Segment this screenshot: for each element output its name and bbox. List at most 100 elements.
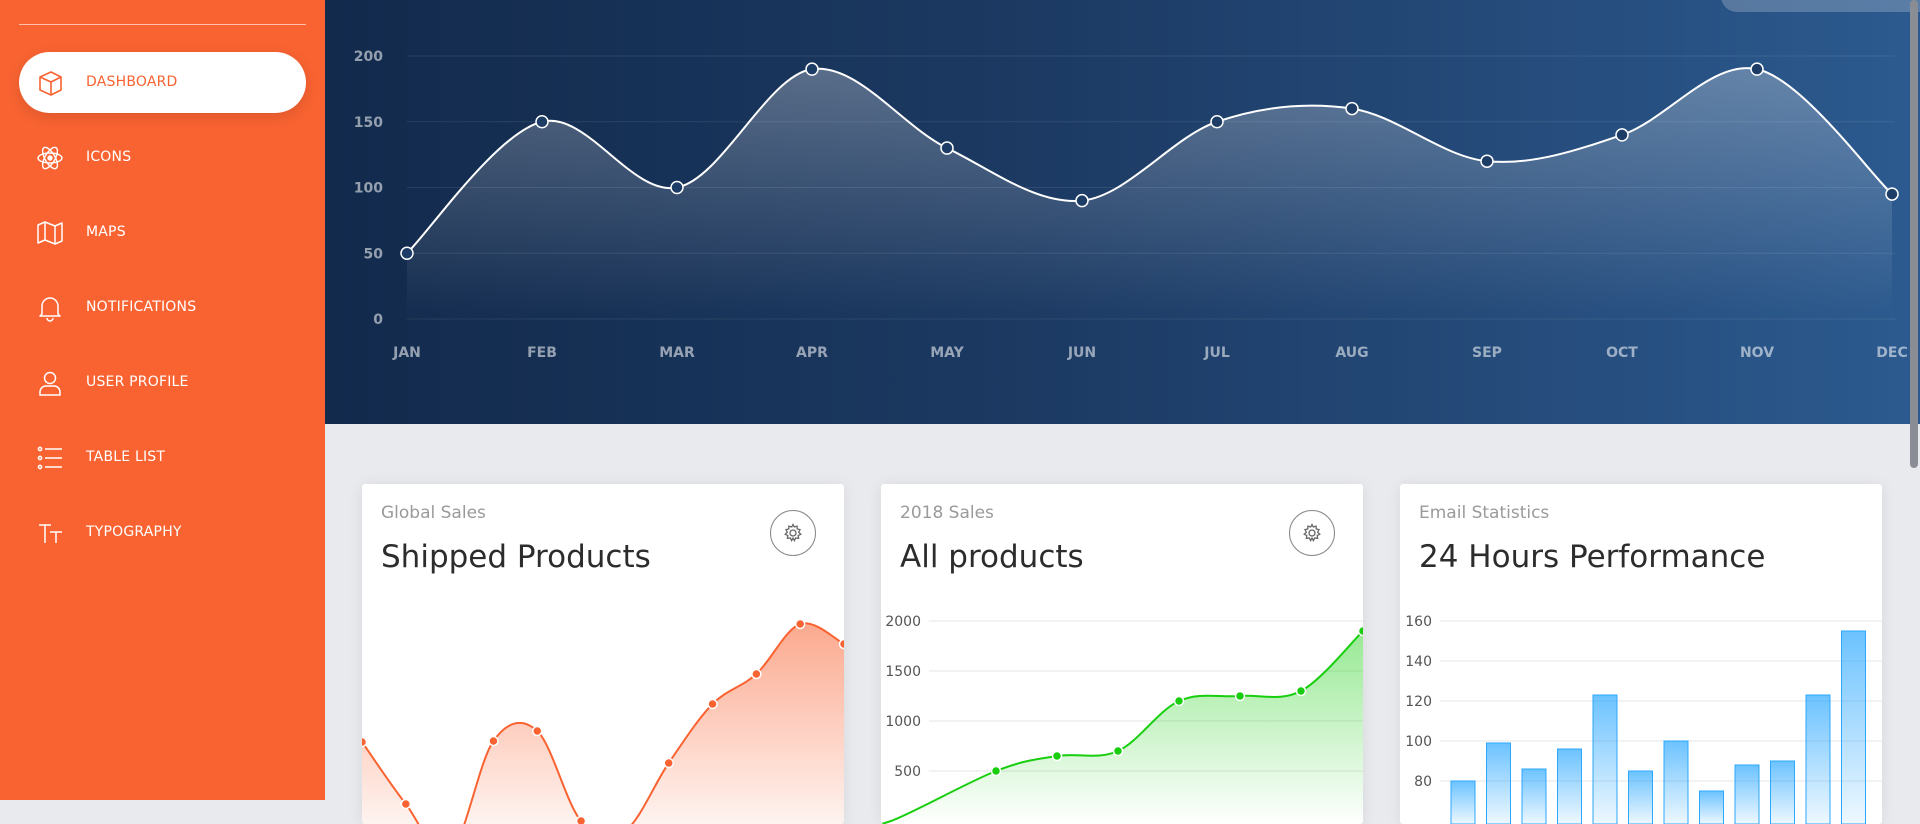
- data-point[interactable]: [671, 182, 683, 194]
- y-tick-label: 120: [1405, 694, 1432, 710]
- bar[interactable]: [1593, 695, 1617, 824]
- sidebar-item-label: TABLE LIST: [86, 427, 165, 488]
- sidebar: DASHBOARD ICONS MAPS NOTIFICATIONS USER …: [0, 0, 325, 800]
- sidebar-item-table-list[interactable]: TABLE LIST: [19, 427, 306, 488]
- card-24-hours-performance: Email Statistics 24 Hours Performance 80…: [1400, 484, 1882, 824]
- gear-icon: [1302, 523, 1322, 543]
- data-point[interactable]: [1346, 103, 1358, 115]
- bar[interactable]: [1487, 743, 1511, 824]
- data-point[interactable]: [1053, 752, 1062, 761]
- scrollbar-thumb[interactable]: [1910, 0, 1918, 468]
- sidebar-item-dashboard[interactable]: DASHBOARD: [19, 52, 306, 113]
- bar[interactable]: [1771, 761, 1795, 824]
- sidebar-item-icons[interactable]: ICONS: [19, 127, 306, 188]
- sidebar-item-typography[interactable]: TYPOGRAPHY: [19, 502, 306, 563]
- data-point[interactable]: [536, 116, 548, 128]
- y-tick-label: 2000: [885, 614, 921, 630]
- data-point[interactable]: [1211, 116, 1223, 128]
- data-point[interactable]: [1359, 627, 1364, 636]
- data-point[interactable]: [796, 620, 805, 629]
- y-tick-label: 150: [354, 115, 383, 131]
- card-category: Global Sales: [381, 503, 486, 523]
- data-point[interactable]: [533, 727, 542, 736]
- data-point[interactable]: [362, 738, 367, 747]
- data-point[interactable]: [840, 640, 845, 649]
- card-category: Email Statistics: [1419, 503, 1549, 523]
- y-tick-label: 200: [354, 49, 383, 65]
- sidebar-item-user-profile[interactable]: USER PROFILE: [19, 352, 306, 413]
- x-tick-label: JAN: [392, 345, 421, 361]
- x-tick-label: MAR: [659, 345, 695, 361]
- y-tick-label: 100: [1405, 734, 1432, 750]
- bar[interactable]: [1700, 791, 1724, 824]
- data-point[interactable]: [401, 247, 413, 259]
- y-tick-label: 1000: [885, 714, 921, 730]
- bar[interactable]: [1558, 749, 1582, 824]
- data-point[interactable]: [577, 817, 586, 824]
- series-area: [407, 68, 1892, 319]
- card-title: All products: [900, 539, 1084, 575]
- bar[interactable]: [1806, 695, 1830, 824]
- x-tick-label: APR: [796, 345, 828, 361]
- data-point[interactable]: [489, 737, 498, 746]
- data-point[interactable]: [1076, 195, 1088, 207]
- card-title: Shipped Products: [381, 539, 651, 575]
- x-tick-label: DEC: [1876, 345, 1907, 361]
- bar[interactable]: [1451, 781, 1475, 824]
- data-point[interactable]: [1297, 687, 1306, 696]
- data-point[interactable]: [708, 700, 717, 709]
- data-point[interactable]: [752, 670, 761, 679]
- data-point[interactable]: [806, 63, 818, 75]
- sidebar-item-label: TYPOGRAPHY: [86, 502, 182, 563]
- x-tick-label: FEB: [527, 345, 557, 361]
- y-tick-label: 50: [364, 246, 384, 262]
- hero-chart-panel: 050100150200JANFEBMARAPRMAYJUNJULAUGSEPO…: [325, 0, 1920, 424]
- box-icon: [36, 69, 64, 97]
- typography-icon: [36, 519, 64, 547]
- bell-icon: [36, 294, 64, 322]
- bar[interactable]: [1735, 765, 1759, 824]
- card-shipped-products: Global Sales Shipped Products: [362, 484, 844, 824]
- x-tick-label: OCT: [1606, 345, 1638, 361]
- x-tick-label: JUN: [1067, 345, 1096, 361]
- data-point[interactable]: [1751, 63, 1763, 75]
- data-point[interactable]: [941, 142, 953, 154]
- y-tick-label: 100: [354, 181, 383, 197]
- sidebar-item-label: DASHBOARD: [86, 52, 178, 113]
- bar[interactable]: [1629, 771, 1653, 824]
- x-tick-label: JUL: [1203, 345, 1230, 361]
- bar[interactable]: [1842, 631, 1866, 824]
- map-icon: [36, 219, 64, 247]
- data-point[interactable]: [1175, 697, 1184, 706]
- sidebar-item-notifications[interactable]: NOTIFICATIONS: [19, 277, 306, 338]
- data-point[interactable]: [401, 800, 410, 809]
- x-tick-label: SEP: [1472, 345, 1502, 361]
- bar[interactable]: [1522, 769, 1546, 824]
- settings-button[interactable]: [1289, 510, 1335, 556]
- bar[interactable]: [1664, 741, 1688, 824]
- data-point[interactable]: [1114, 747, 1123, 756]
- header-search-pill[interactable]: [1721, 0, 1920, 12]
- x-tick-label: NOV: [1740, 345, 1774, 361]
- data-point[interactable]: [1236, 692, 1245, 701]
- sidebar-item-maps[interactable]: MAPS: [19, 202, 306, 263]
- data-point[interactable]: [1886, 188, 1898, 200]
- sidebar-divider: [19, 24, 306, 25]
- atom-icon: [36, 144, 64, 172]
- gear-icon: [783, 523, 803, 543]
- x-tick-label: AUG: [1335, 345, 1368, 361]
- settings-button[interactable]: [770, 510, 816, 556]
- sidebar-item-label: ICONS: [86, 127, 131, 188]
- data-point[interactable]: [992, 767, 1001, 776]
- list-icon: [36, 444, 64, 472]
- data-point[interactable]: [1481, 155, 1493, 167]
- y-tick-label: 1500: [885, 664, 921, 680]
- performance-bar-chart: 80100120140160: [1400, 484, 1882, 824]
- user-icon: [36, 369, 64, 397]
- data-point[interactable]: [664, 759, 673, 768]
- card-title: 24 Hours Performance: [1419, 539, 1765, 575]
- hero-line-chart: 050100150200JANFEBMARAPRMAYJUNJULAUGSEPO…: [325, 0, 1920, 424]
- series-area: [362, 623, 844, 824]
- data-point[interactable]: [1616, 129, 1628, 141]
- y-tick-label: 80: [1414, 774, 1432, 790]
